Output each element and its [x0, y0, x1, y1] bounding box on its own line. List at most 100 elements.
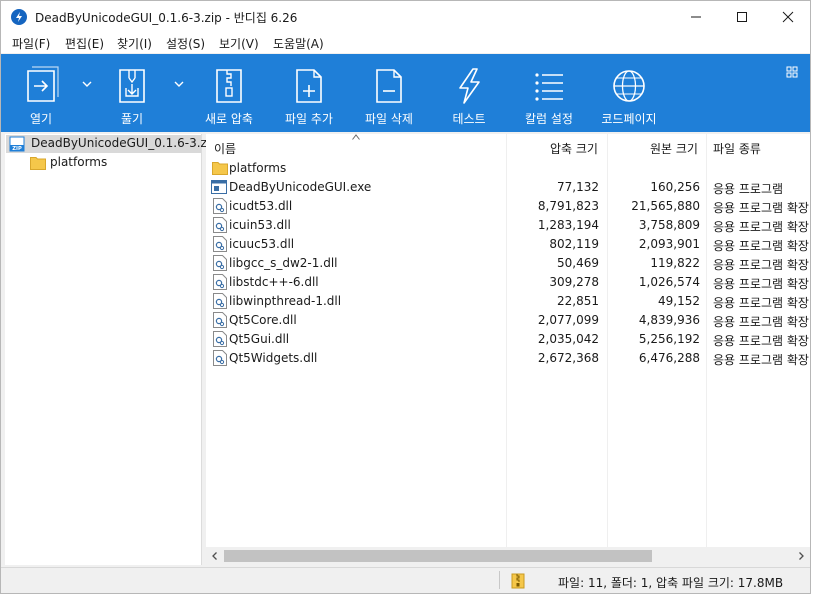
file-row[interactable]: libwinpthread-1.dll 22,851 49,152 응용 프로그램 확…: [206, 291, 810, 310]
file-compressed-size: 77,132: [557, 180, 599, 194]
menu-file[interactable]: 파일(F): [12, 35, 50, 52]
folder-icon: [30, 157, 46, 170]
open-label: 열기: [29, 112, 53, 126]
title-bar[interactable]: DeadByUnicodeGUI_0.1.6-3.zip - 반디집 6.26: [1, 1, 810, 33]
delete-file-button[interactable]: 파일 삭제: [353, 54, 425, 132]
minimize-icon: [691, 16, 701, 18]
dll-icon: [213, 198, 227, 214]
file-type: 응용 프로그램: [713, 182, 784, 196]
extract-dropdown-icon[interactable]: [174, 80, 184, 88]
test-label: 테스트: [452, 112, 486, 126]
file-type: 응용 프로그램 확장: [713, 258, 809, 272]
minimize-button[interactable]: [673, 1, 719, 33]
file-name: icuin53.dll: [229, 218, 291, 232]
exe-icon: [211, 180, 227, 194]
extract-label: 풀기: [120, 112, 144, 126]
maximize-button[interactable]: [719, 1, 765, 33]
codepage-button[interactable]: 코드페이지: [593, 54, 665, 132]
globe-icon: [613, 70, 645, 102]
dll-icon: [213, 350, 227, 366]
archive-status-icon: [511, 573, 525, 589]
file-row[interactable]: Qt5Gui.dll 2,035,042 5,256,192 응용 프로그램 확장: [206, 329, 810, 348]
bandizip-app-icon: [11, 9, 27, 25]
file-row[interactable]: libstdc++-6.dll 309,278 1,026,574 응용 프로그램 확…: [206, 272, 810, 291]
new-archive-button[interactable]: 새로 압축: [193, 54, 265, 132]
file-name: Qt5Gui.dll: [229, 332, 290, 346]
sort-ascending-icon: [352, 134, 360, 140]
file-row[interactable]: libgcc_s_dw2-1.dll 50,469 119,822 응용 프로그램 확…: [206, 253, 810, 272]
file-compressed-size: 802,119: [549, 237, 599, 251]
menu-edit[interactable]: 편집(E): [65, 35, 104, 52]
file-type: 응용 프로그램 확장: [713, 277, 809, 291]
maximize-icon: [737, 12, 747, 22]
column-list-icon: [535, 73, 563, 101]
file-type: 응용 프로그램 확장: [713, 334, 809, 348]
file-row[interactable]: platforms: [206, 158, 810, 177]
open-dropdown-icon[interactable]: [82, 80, 92, 88]
file-name: libgcc_s_dw2-1.dll: [229, 256, 338, 270]
status-summary: 파일: 11, 폴더: 1, 압축 파일 크기: 17.8MB: [558, 576, 784, 590]
file-original-size: 5,256,192: [638, 332, 700, 346]
file-name: DeadByUnicodeGUI.exe: [229, 180, 372, 194]
file-original-size: 2,093,901: [638, 237, 700, 251]
add-file-button[interactable]: 파일 추가: [273, 54, 345, 132]
file-original-size: 3,758,809: [638, 218, 700, 232]
file-name: Qt5Widgets.dll: [229, 351, 318, 365]
close-icon: [782, 11, 794, 23]
delete-file-label: 파일 삭제: [365, 112, 413, 126]
menu-view[interactable]: 보기(V): [219, 35, 259, 52]
close-button[interactable]: [765, 1, 810, 33]
file-compressed-size: 50,469: [557, 256, 599, 270]
file-row[interactable]: icuuc53.dll 802,119 2,093,901 응용 프로그램 확장: [206, 234, 810, 253]
scroll-left-icon[interactable]: [206, 547, 224, 565]
file-type: 응용 프로그램 확장: [713, 296, 809, 310]
dll-icon: [213, 331, 227, 347]
dll-icon: [213, 236, 227, 252]
file-type: 응용 프로그램 확장: [713, 220, 809, 234]
status-divider: [499, 571, 500, 589]
codepage-label: 코드페이지: [601, 112, 657, 126]
new-archive-label: 새로 압축: [205, 112, 253, 126]
file-original-size: 21,565,880: [631, 199, 700, 213]
dll-icon: [213, 312, 227, 328]
file-original-size: 4,839,936: [638, 313, 700, 327]
menu-help[interactable]: 도움말(A): [273, 35, 324, 52]
open-button[interactable]: 열기: [9, 54, 73, 132]
file-row[interactable]: icuin53.dll 1,283,194 3,758,809 응용 프로그램 확장: [206, 215, 810, 234]
add-file-label: 파일 추가: [285, 112, 333, 126]
file-row[interactable]: DeadByUnicodeGUI.exe 77,132 160,256 응용 프로그램: [206, 177, 810, 196]
file-original-size: 49,152: [658, 294, 700, 308]
file-type: 응용 프로그램 확장: [713, 315, 809, 329]
file-compressed-size: 2,077,099: [537, 313, 599, 327]
layout-toggle-icon[interactable]: [786, 66, 798, 78]
file-row[interactable]: Qt5Core.dll 2,077,099 4,839,936 응용 프로그램 확장: [206, 310, 810, 329]
file-row[interactable]: icudt53.dll 8,791,823 21,565,880 응용 프로그램 확장: [206, 196, 810, 215]
toolbar: 열기 풀기 새로 압축 파일 추가 파일 삭제 테스트 칼럼 설정 코드페이지: [1, 54, 810, 132]
column-settings-button[interactable]: 칼럼 설정: [513, 54, 585, 132]
menu-settings[interactable]: 설정(S): [166, 35, 205, 52]
file-compressed-size: 309,278: [549, 275, 599, 289]
zip-archive-icon: [216, 69, 242, 103]
menu-find[interactable]: 찾기(I): [117, 35, 152, 52]
column-settings-label: 칼럼 설정: [525, 112, 573, 126]
file-compressed-size: 2,672,368: [537, 351, 599, 365]
file-compressed-size: 8,791,823: [537, 199, 599, 213]
svg-text:ZIP: ZIP: [12, 146, 22, 152]
file-list: 이름 압축 크기 원본 크기 파일 종류 platforms DeadByUnic…: [206, 134, 810, 547]
extract-button[interactable]: 풀기: [97, 54, 167, 132]
scroll-right-icon[interactable]: [792, 547, 810, 565]
file-rows: platforms DeadByUnicodeGUI.exe 77,132 160,2…: [206, 158, 810, 367]
file-row[interactable]: Qt5Widgets.dll 2,672,368 6,476,288 응용 프로그램 …: [206, 348, 810, 367]
tree-item-archive-root[interactable]: ZIP DeadByUnicodeGUI_0.1.6-3.zip: [6, 135, 218, 153]
horizontal-scrollbar[interactable]: [206, 547, 810, 565]
folder-tree: ZIP DeadByUnicodeGUI_0.1.6-3.zip platfor…: [5, 134, 218, 565]
extract-icon: [119, 69, 145, 103]
status-bar: 파일: 11, 폴더: 1, 압축 파일 크기: 17.8MB: [1, 567, 810, 593]
test-button[interactable]: 테스트: [433, 54, 505, 132]
scrollbar-thumb[interactable]: [224, 550, 652, 562]
dll-icon: [213, 274, 227, 290]
file-name: icuuc53.dll: [229, 237, 295, 251]
file-name: libwinpthread-1.dll: [229, 294, 342, 308]
file-name: icudt53.dll: [229, 199, 293, 213]
file-type: 응용 프로그램 확장: [713, 353, 809, 367]
